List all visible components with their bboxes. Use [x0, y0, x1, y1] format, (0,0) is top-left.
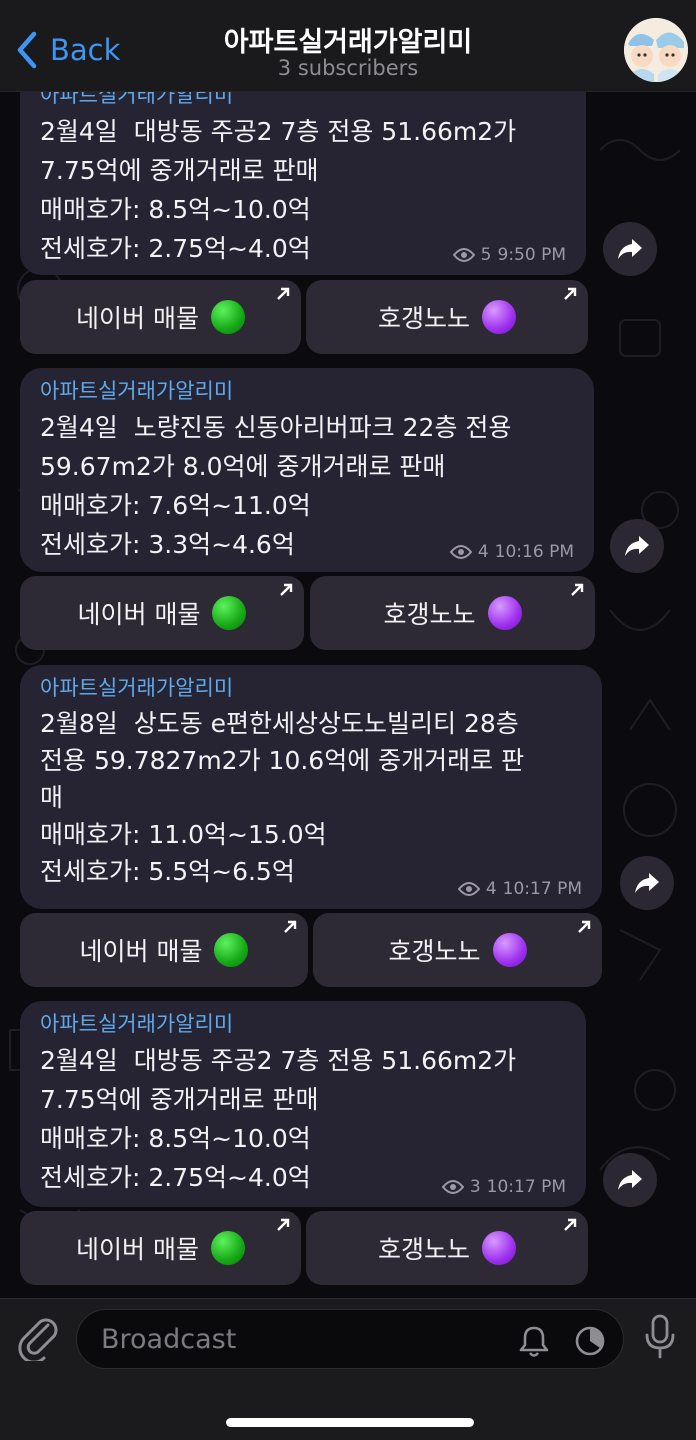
post-text: 2월4일 대방동 주공2 7층 전용 51.66m2가 7.75억에 중개거래로… [40, 1046, 517, 1192]
purple-circle-icon [482, 300, 516, 334]
north-east-arrow-icon [280, 583, 293, 596]
button-label: 네이버 매물 [77, 600, 201, 629]
hogangnono-button[interactable]: 호갱노노 [306, 1211, 588, 1285]
north-east-arrow-icon [277, 287, 290, 300]
channel-title[interactable]: 아파트실거래가알리미 [0, 20, 696, 59]
north-east-arrow-icon [284, 920, 297, 933]
button-label: 호갱노노 [388, 937, 481, 966]
purple-circle-icon [492, 933, 527, 967]
post-author: 아파트실거래가알리미 [40, 1012, 234, 1036]
share-arrow-icon [625, 536, 649, 556]
input-placeholder: Broadcast [101, 1324, 237, 1355]
share-arrow-icon [618, 1170, 642, 1190]
eye-icon [452, 248, 475, 262]
forward-button[interactable] [610, 519, 664, 573]
view-count: 3 [469, 1177, 481, 1197]
share-arrow-icon [618, 239, 642, 259]
forward-button[interactable] [603, 222, 657, 276]
post-meta: 4 10:16 PM [449, 542, 574, 562]
microphone-icon[interactable] [642, 1313, 678, 1361]
eye-icon [449, 545, 472, 559]
composer-bar: Broadcast [0, 1298, 696, 1440]
view-count: 4 [485, 879, 497, 899]
broadcast-input[interactable]: Broadcast [76, 1309, 624, 1369]
post-meta: 3 10:17 PM [441, 1177, 566, 1197]
channel-post[interactable]: 아파트실거래가알리미 2월4일 대방동 주공2 7층 전용 51.66m2가 7… [20, 1001, 586, 1207]
eye-icon [441, 1180, 464, 1194]
north-east-arrow-icon [564, 287, 577, 300]
naver-listing-button[interactable]: 네이버 매물 [20, 1211, 301, 1285]
share-arrow-icon [635, 873, 659, 893]
naver-listing-button[interactable]: 네이버 매물 [20, 280, 301, 354]
hogangnono-button[interactable]: 호갱노노 [306, 280, 588, 354]
eye-icon [457, 882, 480, 896]
paperclip-icon[interactable] [18, 1315, 60, 1361]
post-time: 10:17 PM [486, 1177, 566, 1197]
button-label: 호갱노노 [377, 304, 470, 333]
channel-post[interactable]: 아파트실거래가알리미 2월4일 노량진동 신동아리버파크 22층 전용 59.6… [20, 368, 594, 572]
green-circle-icon [210, 300, 245, 334]
post-meta: 5 9:50 PM [452, 245, 567, 265]
north-east-arrow-icon [571, 583, 584, 596]
post-text: 2월8일 상도동 e편한세상상도노빌리티 28층 전용 59.7827m2가 1… [40, 709, 525, 886]
forward-button[interactable] [603, 1153, 657, 1207]
purple-circle-icon [482, 1231, 516, 1265]
hogangnono-button[interactable]: 호갱노노 [313, 913, 602, 987]
subscriber-count: 3 subscribers [277, 56, 419, 80]
north-east-arrow-icon [578, 920, 591, 933]
green-circle-icon [214, 933, 249, 967]
channel-post[interactable]: 아파트실거래가알리미 2월4일 대방동 주공2 7층 전용 51.66m2가 7… [20, 72, 586, 275]
north-east-arrow-icon [277, 1218, 290, 1231]
bell-icon[interactable] [517, 1324, 551, 1358]
button-label: 네이버 매물 [79, 937, 203, 966]
forward-button[interactable] [620, 856, 674, 910]
view-count: 4 [477, 542, 489, 562]
hogangnono-button[interactable]: 호갱노노 [310, 576, 595, 650]
post-time: 9:50 PM [497, 245, 567, 265]
purple-circle-icon [487, 596, 522, 630]
post-text: 2월4일 노량진동 신동아리버파크 22층 전용 59.67m2가 8.0억에 … [40, 413, 512, 559]
button-label: 네이버 매물 [76, 304, 199, 333]
north-east-arrow-icon [564, 1218, 577, 1231]
naver-listing-button[interactable]: 네이버 매물 [20, 913, 308, 987]
post-author: 아파트실거래가알리미 [40, 379, 234, 403]
naver-listing-button[interactable]: 네이버 매물 [20, 576, 304, 650]
home-indicator[interactable] [226, 1418, 474, 1427]
timer-icon[interactable] [573, 1324, 607, 1358]
button-label: 호갱노노 [383, 600, 476, 629]
view-count: 5 [480, 245, 492, 265]
green-circle-icon [212, 596, 247, 630]
post-meta: 4 10:17 PM [457, 879, 582, 899]
channel-avatar[interactable] [624, 18, 688, 82]
button-label: 호갱노노 [377, 1235, 470, 1264]
post-time: 10:17 PM [502, 879, 582, 899]
green-circle-icon [210, 1231, 245, 1265]
chat-header: Back 아파트실거래가알리미 3 subscribers [0, 0, 696, 92]
post-author: 아파트실거래가알리미 [40, 676, 234, 700]
button-label: 네이버 매물 [76, 1235, 199, 1264]
post-time: 10:16 PM [494, 542, 574, 562]
channel-post[interactable]: 아파트실거래가알리미 2월8일 상도동 e편한세상상도노빌리티 28층 전용 5… [20, 665, 602, 909]
